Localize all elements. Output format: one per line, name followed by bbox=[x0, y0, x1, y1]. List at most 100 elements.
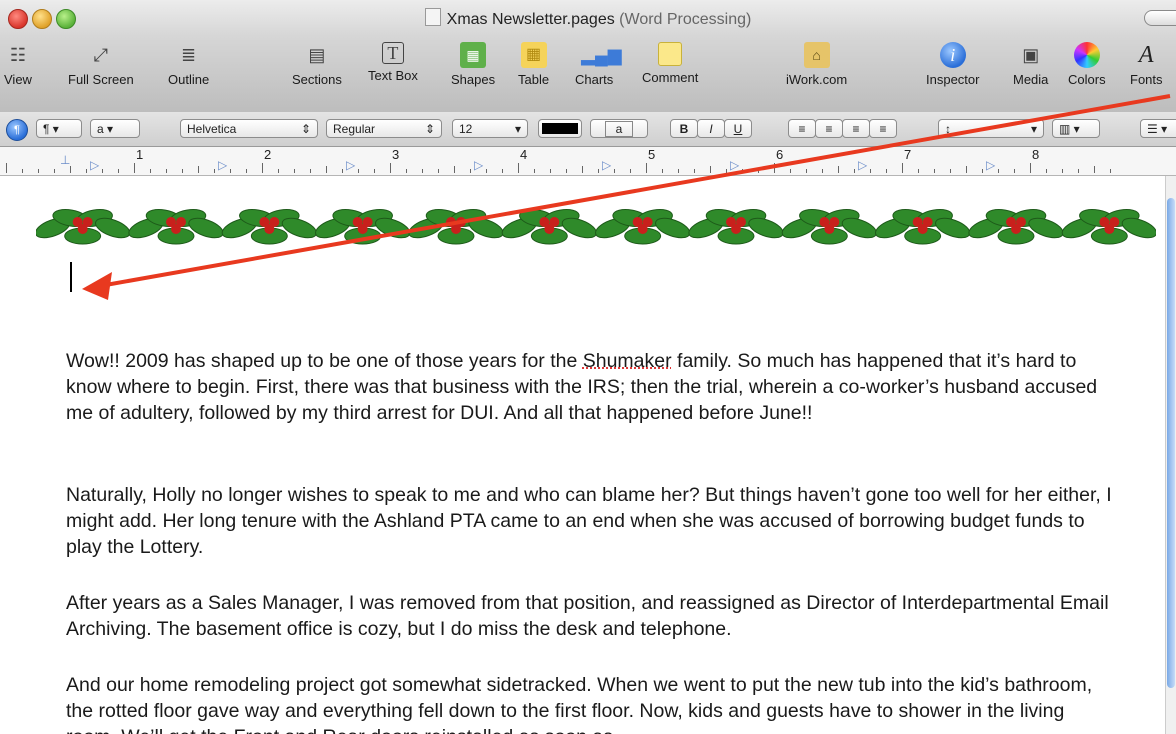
tab-stop-icon[interactable]: ▷ bbox=[218, 158, 227, 172]
toolbar-media[interactable]: ▣ Media bbox=[1013, 42, 1048, 87]
ruler-tick bbox=[278, 169, 279, 173]
ruler-tick bbox=[198, 166, 199, 173]
toolbar-sections[interactable]: ▤ Sections bbox=[292, 42, 342, 87]
scroll-thumb[interactable] bbox=[1167, 198, 1175, 688]
ruler-tick bbox=[598, 169, 599, 173]
ruler-tick bbox=[742, 169, 743, 173]
comment-icon bbox=[658, 42, 683, 66]
text-color-well[interactable] bbox=[538, 119, 582, 138]
align-center-icon: ≡ bbox=[825, 122, 833, 136]
toolbar-text-box[interactable]: T Text Box bbox=[368, 42, 418, 83]
justify-icon: ≡ bbox=[879, 122, 887, 136]
ruler-tick bbox=[1110, 169, 1111, 173]
ruler-tick bbox=[966, 166, 967, 173]
underline-button[interactable]: U bbox=[724, 119, 752, 138]
ruler-tick bbox=[374, 169, 375, 173]
vertical-scrollbar[interactable] bbox=[1165, 176, 1176, 734]
holly-berry bbox=[171, 224, 181, 234]
tab-stop-icon[interactable]: ▷ bbox=[474, 158, 483, 172]
ruler-tick bbox=[582, 166, 583, 173]
toolbar-iwork[interactable]: ⌂ iWork.com bbox=[786, 42, 847, 87]
paragraph-3[interactable]: After years as a Sales Manager, I was re… bbox=[66, 590, 1116, 642]
toolbar-inspector[interactable]: i Inspector bbox=[926, 42, 979, 87]
align-center-button[interactable]: ≡ bbox=[815, 119, 843, 138]
main-toolbar: ☷ View ⤢ Full Screen ≣ Outline ▤ Section… bbox=[0, 36, 1176, 112]
ruler-tick bbox=[918, 169, 919, 173]
tab-stop-icon[interactable]: ▷ bbox=[986, 158, 995, 172]
misspelled-word[interactable]: Shumaker bbox=[583, 350, 672, 372]
holly-sprig bbox=[875, 209, 971, 245]
chevron-down-icon: ▾ bbox=[1030, 122, 1037, 136]
ruler-tick bbox=[70, 166, 71, 173]
paragraph-style-popup[interactable]: ¶ ▾ bbox=[36, 119, 82, 138]
toolbar-charts[interactable]: ▂▄▆ Charts bbox=[575, 42, 622, 87]
ruler-tick bbox=[182, 169, 183, 173]
paragraph-1[interactable]: Wow!! 2009 has shaped up to be one of th… bbox=[66, 348, 1116, 426]
toolbar-colors[interactable]: Colors bbox=[1068, 42, 1106, 87]
left-indent-marker-icon[interactable]: ⊥ bbox=[60, 153, 70, 167]
ruler-number: 6 bbox=[776, 147, 784, 162]
holly-berry bbox=[77, 224, 88, 234]
font-family-popup[interactable]: Helvetica ⇕ bbox=[180, 119, 318, 138]
align-left-button[interactable]: ≡ bbox=[788, 119, 816, 138]
tab-stop-icon[interactable]: ▷ bbox=[90, 158, 99, 172]
bold-button[interactable]: B bbox=[670, 119, 698, 138]
highlight-color-well[interactable]: a bbox=[590, 119, 648, 138]
toolbar-fonts[interactable]: A Fonts bbox=[1130, 42, 1163, 87]
toolbar-view[interactable]: ☷ View bbox=[4, 42, 32, 87]
ruler-tick bbox=[86, 169, 87, 173]
document-canvas[interactable]: Wow!! 2009 has shaped up to be one of th… bbox=[0, 176, 1166, 734]
holly-berry bbox=[1104, 224, 1115, 234]
toolbar-toggle-button[interactable] bbox=[1144, 10, 1176, 26]
toolbar-label: Inspector bbox=[926, 72, 980, 87]
ruler[interactable]: 1 ▷ 2 ▷ 3 ▷ 4 ▷ 5 ▷ 6 ▷ 7 ▷ 8 ▷ ⊥ bbox=[0, 147, 1176, 176]
ruler-tick bbox=[1094, 166, 1095, 173]
toolbar-table[interactable]: ▦ Table bbox=[518, 42, 549, 87]
font-size-value: 12 bbox=[459, 122, 473, 136]
holly-sprig bbox=[501, 209, 597, 245]
ruler-tick bbox=[502, 169, 503, 173]
sections-icon: ▤ bbox=[308, 45, 326, 65]
ruler-tick bbox=[822, 169, 823, 173]
justify-button[interactable]: ≡ bbox=[869, 119, 897, 138]
holly-berry bbox=[451, 224, 461, 234]
list-style-popup[interactable]: ☰ ▾ bbox=[1140, 119, 1176, 138]
toolbar-full-screen[interactable]: ⤢ Full Screen bbox=[68, 42, 134, 87]
ruler-tick bbox=[1014, 169, 1015, 173]
font-size-combo[interactable]: 12 ▾ bbox=[452, 119, 528, 138]
iwork-icon: ⌂ bbox=[803, 42, 830, 68]
toolbar-shapes[interactable]: ▦ Shapes bbox=[451, 42, 495, 87]
tab-stop-icon[interactable]: ▷ bbox=[602, 158, 611, 172]
toolbar-label: View bbox=[4, 72, 32, 87]
ruler-tick bbox=[294, 169, 295, 173]
tab-stop-icon[interactable]: ▷ bbox=[346, 158, 355, 172]
ruler-tick bbox=[550, 169, 551, 173]
columns-popup[interactable]: ▥ ▾ bbox=[1052, 119, 1100, 138]
text-color-swatch bbox=[542, 123, 578, 134]
ruler-tick bbox=[102, 169, 103, 173]
bold-label: B bbox=[679, 122, 689, 136]
tab-stop-icon[interactable]: ▷ bbox=[858, 158, 867, 172]
ruler-tick bbox=[438, 169, 439, 173]
paragraph-4[interactable]: And our home remodeling project got some… bbox=[66, 672, 1116, 734]
ruler-tick bbox=[422, 169, 423, 173]
align-right-button[interactable]: ≡ bbox=[842, 119, 870, 138]
ruler-tick bbox=[806, 169, 807, 173]
tab-stop-icon[interactable]: ▷ bbox=[730, 158, 739, 172]
toolbar-comment[interactable]: Comment bbox=[642, 42, 698, 85]
ruler-number: 8 bbox=[1032, 147, 1040, 162]
character-style-popup[interactable]: a ▾ bbox=[90, 119, 140, 138]
styles-drawer-button[interactable]: ¶ bbox=[6, 119, 28, 141]
ruler-tick bbox=[230, 169, 231, 173]
holly-sprig bbox=[688, 209, 784, 245]
italic-button[interactable]: I bbox=[697, 119, 725, 138]
ruler-tick bbox=[1062, 169, 1063, 173]
holly-sprig bbox=[315, 209, 411, 245]
line-spacing-popup[interactable]: ↕ ▾ bbox=[938, 119, 1044, 138]
ruler-tick bbox=[694, 169, 695, 173]
ruler-tick bbox=[1078, 169, 1079, 173]
paragraph-2[interactable]: Naturally, Holly no longer wishes to spe… bbox=[66, 482, 1116, 560]
line-spacing-icon: ↕ bbox=[945, 122, 951, 136]
font-typeface-popup[interactable]: Regular ⇕ bbox=[326, 119, 442, 138]
toolbar-outline[interactable]: ≣ Outline bbox=[168, 42, 209, 87]
